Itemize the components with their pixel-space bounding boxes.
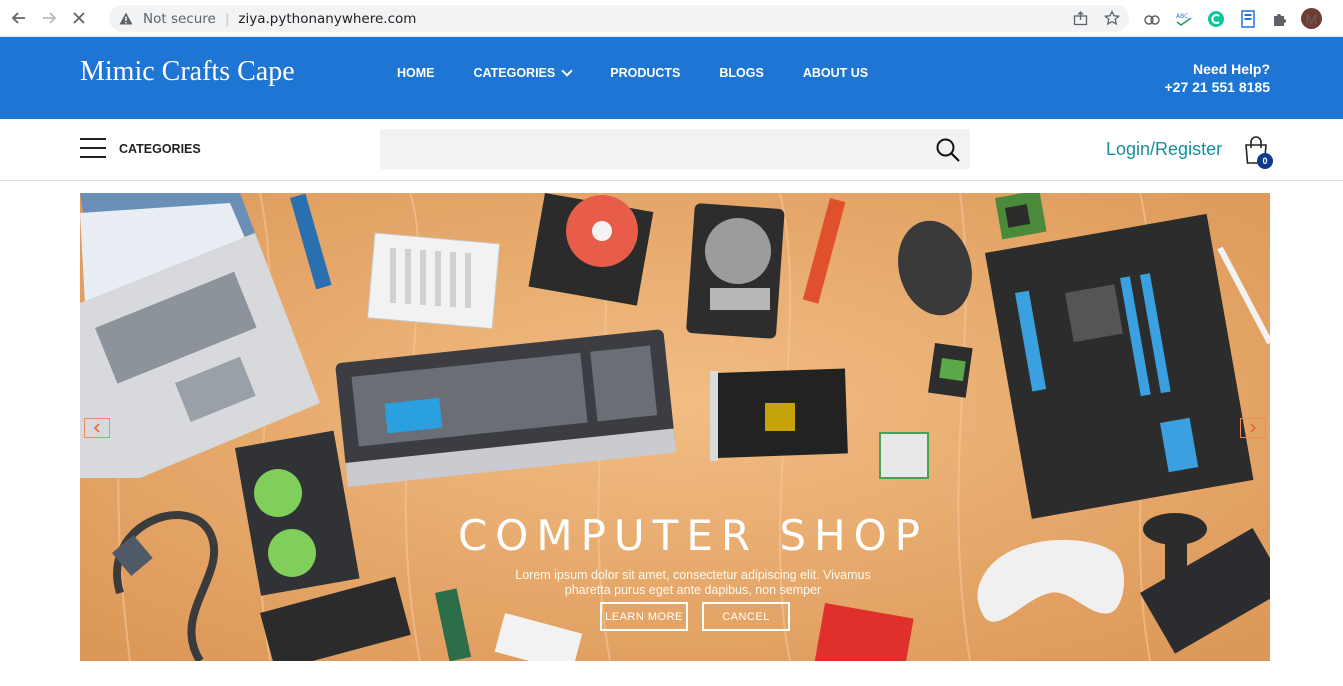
hero-banner: COMPUTER SHOP Lorem ipsum dolor sit amet… [80,193,1270,661]
hero-subtitle: Lorem ipsum dolor sit amet, consectetur … [80,568,1270,598]
carousel-prev-button[interactable] [84,418,110,438]
site-logo[interactable]: Mimic Crafts Cape [80,56,295,88]
security-status: Not secure [143,10,216,27]
stop-loading-icon[interactable] [68,7,90,29]
hero-caption: COMPUTER SHOP Lorem ipsum dolor sit amet… [80,511,1270,598]
cancel-button[interactable]: CANCEL [702,602,790,631]
nav-categories[interactable]: CATEGORIES [473,64,573,80]
extension-abc-icon[interactable]: ABC [1173,8,1194,29]
extensions-puzzle-icon[interactable] [1269,8,1290,29]
warning-icon[interactable] [119,12,133,26]
hero-actions: LEARN MORE CANCEL [600,602,790,631]
carousel-next-button[interactable] [1240,418,1266,438]
browser-toolbar: Not secure | ziya.pythonanywhere.com ABC [0,0,1343,37]
login-register-link[interactable]: Login/Register [1106,139,1222,160]
url-text[interactable]: ziya.pythonanywhere.com [238,11,416,27]
categories-toggle[interactable]: CATEGORIES [119,142,201,156]
profile-avatar[interactable]: M [1301,8,1322,29]
site-header: Mimic Crafts Cape HOME CATEGORIES PRODUC… [0,37,1343,119]
chevron-down-icon [561,64,573,77]
svg-text:ABC: ABC [1176,13,1188,20]
hero-subtitle-line-1: Lorem ipsum dolor sit amet, consectetur … [515,568,871,582]
extension-reader-icon[interactable] [1237,8,1258,29]
hero-subtitle-line-2: pharetta purus eget ante dapibus, non se… [564,583,822,597]
learn-more-button[interactable]: LEARN MORE [600,602,688,631]
nav-blogs[interactable]: BLOGS [719,66,763,80]
divider: | [224,10,230,27]
nav-categories-label: CATEGORIES [473,66,556,80]
nav-products[interactable]: PRODUCTS [610,66,680,80]
share-icon[interactable] [1071,9,1089,27]
forward-icon[interactable] [38,7,60,29]
main-navigation: HOME CATEGORIES PRODUCTS BLOGS ABOUT US [397,64,907,80]
help-phone[interactable]: +27 21 551 8185 [1165,78,1271,96]
chevron-right-icon [1250,423,1257,433]
nav-about-us[interactable]: ABOUT US [803,66,868,80]
sub-header: CATEGORIES Login/Register [0,119,1343,181]
extension-grammarly-icon[interactable] [1205,8,1226,29]
chevron-left-icon [93,423,100,433]
menu-icon[interactable] [80,138,106,158]
back-icon[interactable] [8,7,30,29]
bookmark-star-icon[interactable] [1103,9,1121,27]
search-input[interactable] [380,129,970,169]
cart-count-badge: 0 [1257,153,1273,169]
hero-title: COMPUTER SHOP [457,511,929,560]
extension-cloud-icon[interactable] [1141,8,1162,29]
help-title: Need Help? [1192,61,1270,77]
search-icon[interactable] [935,137,961,163]
address-bar[interactable]: Not secure | ziya.pythonanywhere.com [109,5,1129,32]
nav-home[interactable]: HOME [397,66,435,80]
help-contact: Need Help? +27 21 551 8185 [1165,60,1271,96]
